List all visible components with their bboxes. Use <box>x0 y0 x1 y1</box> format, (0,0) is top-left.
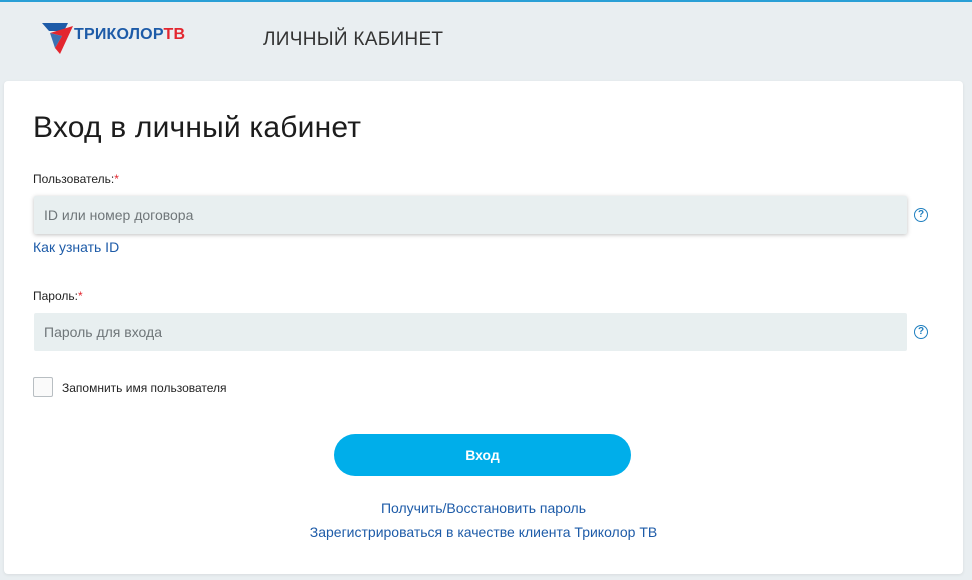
header-title: ЛИЧНЫЙ КАБИНЕТ <box>263 29 444 50</box>
password-input[interactable] <box>34 313 907 351</box>
login-card: Вход в личный кабинет Пользователь:* ? К… <box>4 81 963 574</box>
remember-checkbox[interactable] <box>33 377 53 397</box>
register-link[interactable]: Зарегистрироваться в качестве клиента Тр… <box>310 524 657 540</box>
logo-text-part2: ТВ <box>163 26 186 43</box>
page-title: Вход в личный кабинет <box>33 111 362 144</box>
logo-text: ТРИКОЛОРТВ <box>74 26 185 44</box>
login-button[interactable]: Вход <box>334 434 631 476</box>
header: ТРИКОЛОРТВ ЛИЧНЫЙ КАБИНЕТ <box>0 2 972 80</box>
password-label: Пароль:* <box>33 289 83 303</box>
password-label-text: Пароль: <box>33 289 78 303</box>
register-row: Зарегистрироваться в качестве клиента Тр… <box>4 524 963 542</box>
question-circle-icon[interactable]: ? <box>914 325 928 339</box>
user-label-text: Пользователь: <box>33 172 115 186</box>
tricolor-logo[interactable]: ТРИКОЛОРТВ <box>40 18 200 58</box>
logo-text-part1: ТРИКОЛОР <box>74 26 164 43</box>
required-mark: * <box>114 172 119 186</box>
required-mark: * <box>77 289 83 303</box>
user-label: Пользователь:* <box>33 172 119 186</box>
recover-password-row: Получить/Восстановить пароль <box>4 500 963 518</box>
how-to-find-id-link[interactable]: Как узнать ID <box>33 239 119 255</box>
recover-password-link[interactable]: Получить/Восстановить пароль <box>381 500 586 516</box>
remember-label: Запомнить имя пользователя <box>62 381 227 395</box>
user-id-input[interactable] <box>34 196 907 234</box>
question-circle-icon[interactable]: ? <box>914 208 928 222</box>
